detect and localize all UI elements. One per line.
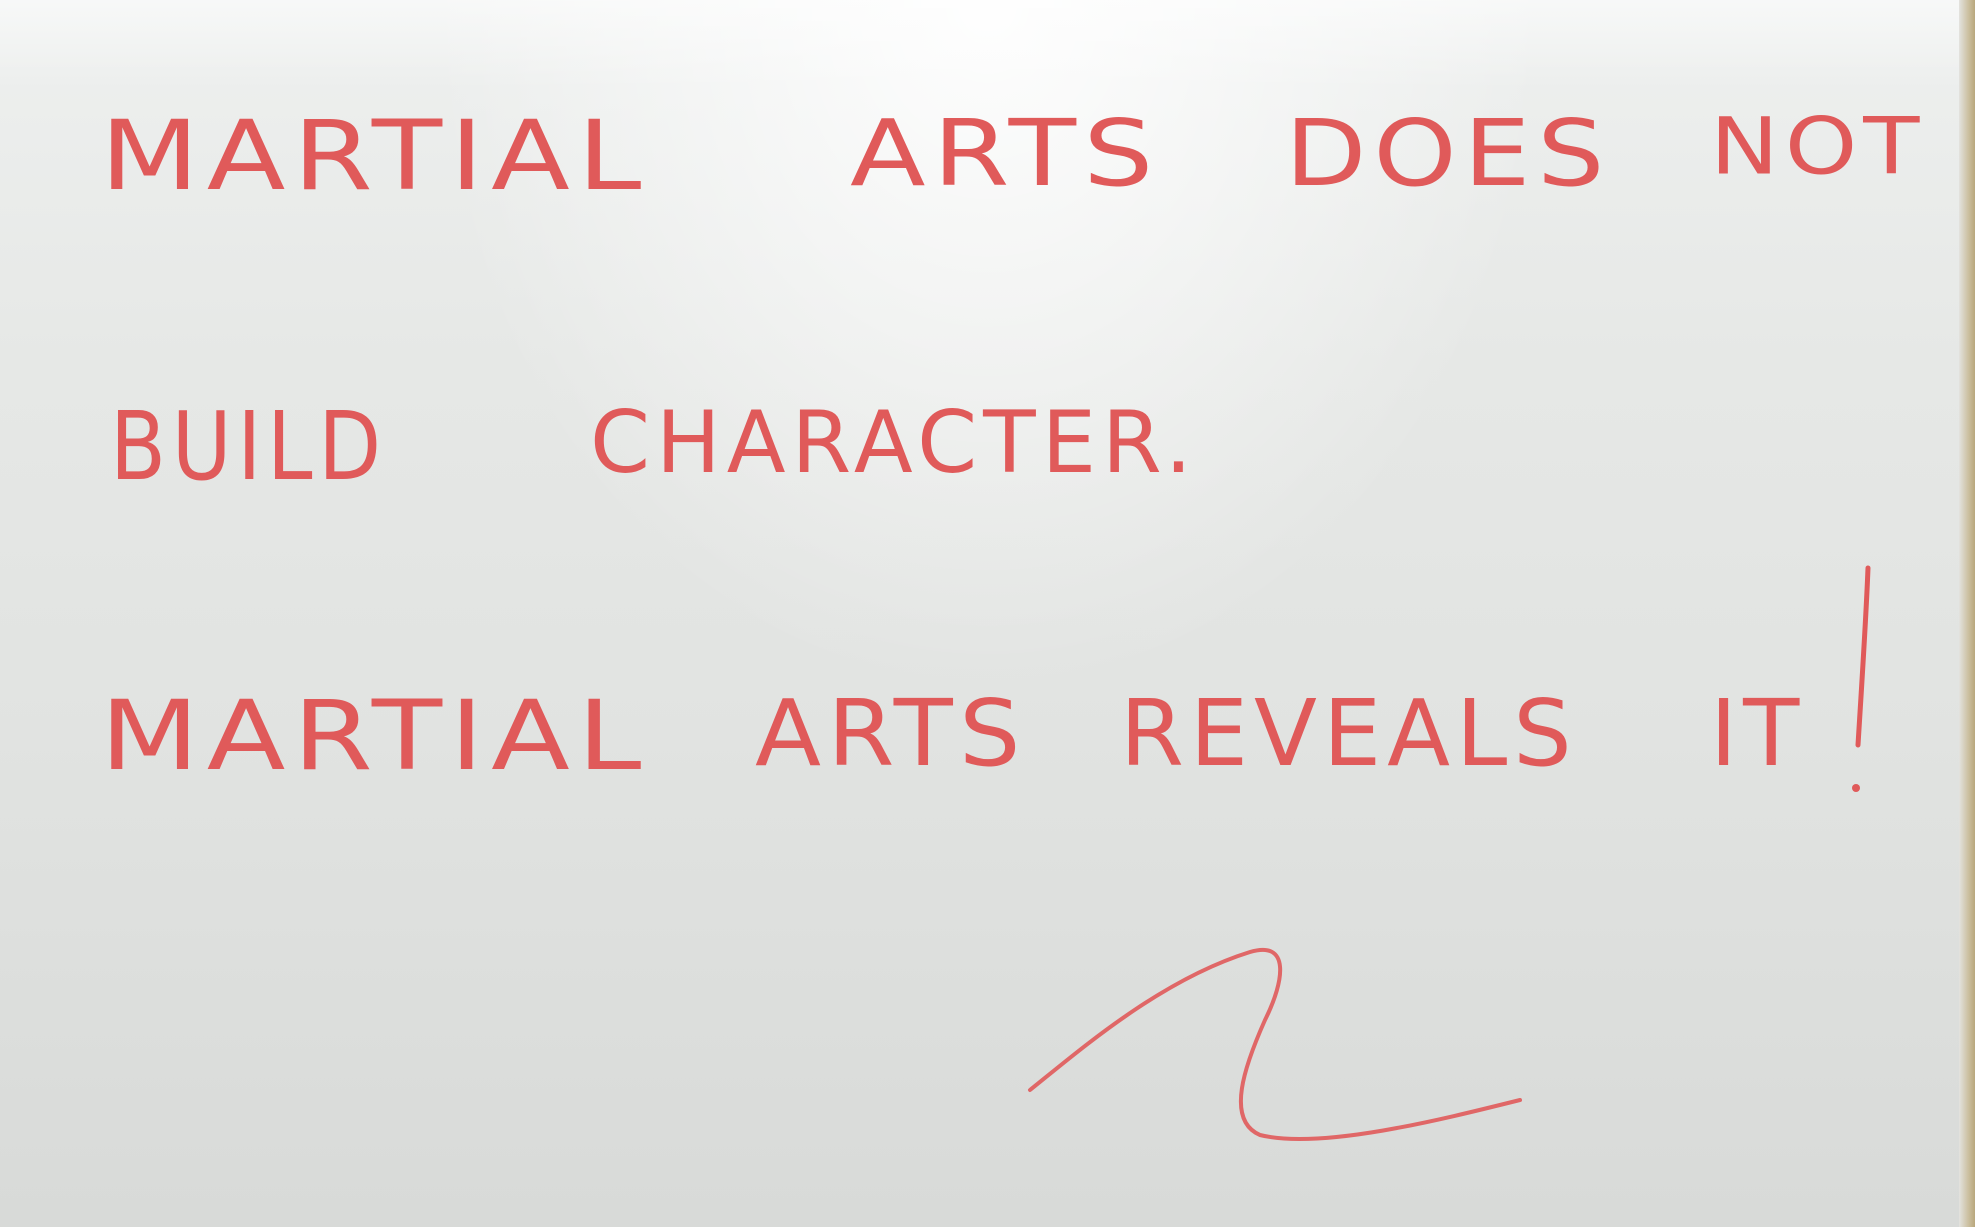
- handwritten-word: MARTIAL: [100, 679, 649, 792]
- handwritten-word: ARTS: [755, 680, 1027, 787]
- exclamation-mark: [1852, 565, 1871, 792]
- handwritten-word: DOES: [1285, 100, 1612, 207]
- whiteboard: MARTIAL ARTS DOES NOT BUILD CHARACTER. M…: [0, 0, 1975, 1227]
- exclamation-dot: [1852, 784, 1860, 792]
- signature: [1028, 948, 1522, 1142]
- board-frame-edge: [1959, 0, 1975, 1227]
- exclamation-stroke: [1855, 565, 1871, 748]
- handwritten-word: REVEALS: [1120, 680, 1578, 787]
- handwritten-word: BUILD: [110, 392, 387, 503]
- handwritten-word: IT: [1710, 680, 1806, 787]
- handwritten-word: ARTS: [850, 100, 1161, 207]
- light-glare: [0, 0, 1975, 90]
- handwritten-word: NOT: [1710, 101, 1926, 193]
- handwritten-word: CHARACTER.: [590, 393, 1199, 493]
- handwritten-word: MARTIAL: [100, 99, 649, 212]
